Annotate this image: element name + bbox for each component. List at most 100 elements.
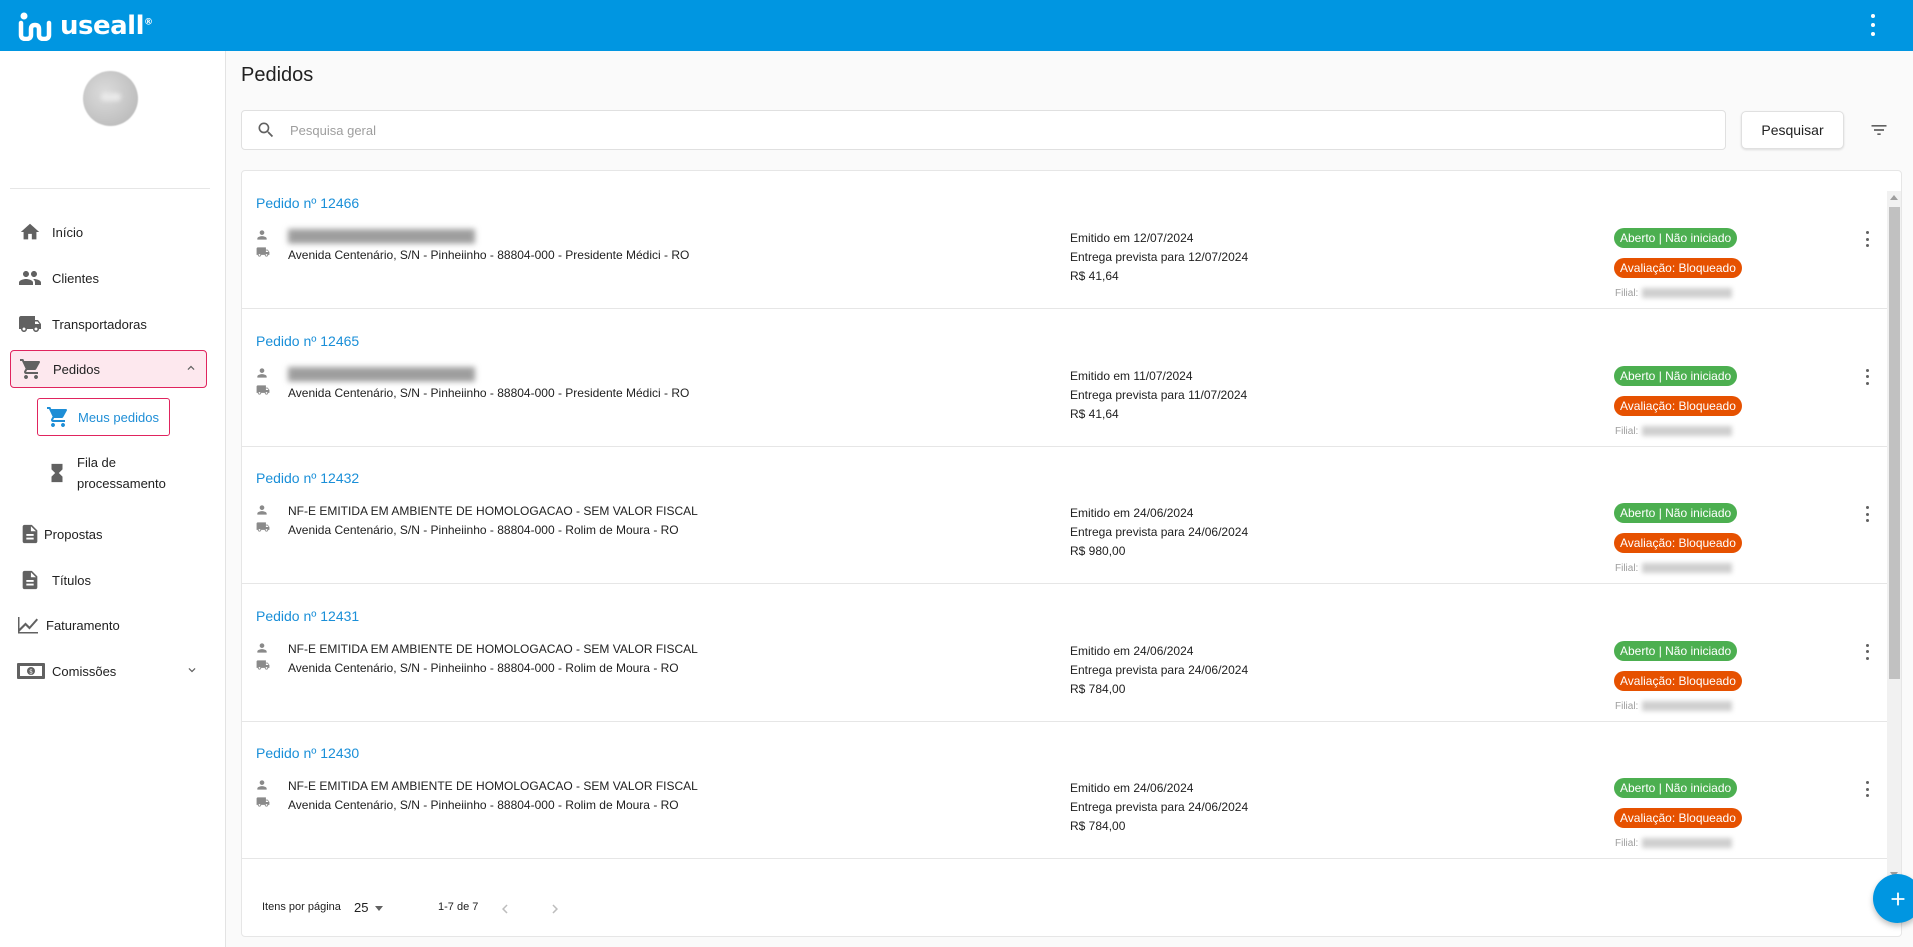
cart-icon — [19, 357, 43, 381]
sidebar-subitem-label: Fila de processamento — [77, 455, 166, 491]
order-link[interactable]: Pedido nº 12465 — [256, 333, 359, 349]
home-icon — [18, 220, 42, 244]
filial-value-redacted — [1642, 288, 1733, 299]
order-dates: Emitido em 12/07/2024 Entrega prevista pa… — [1070, 229, 1248, 286]
evaluation-badge: Avaliação: Bloqueado — [1614, 395, 1742, 416]
sidebar-item-label: Início — [52, 224, 84, 240]
search-box[interactable] — [241, 110, 1726, 150]
order-link[interactable]: Pedido nº 12431 — [256, 608, 359, 624]
search-icon — [258, 122, 274, 138]
order-link[interactable]: Pedido nº 12430 — [256, 745, 359, 761]
search-input[interactable] — [290, 122, 1725, 138]
brand-name: useall® — [60, 10, 153, 41]
issued-date: Emitido em 11/07/2024 — [1070, 368, 1193, 383]
sidebar: Início Clientes Transportadoras Pedidos … — [0, 51, 226, 947]
more-vert-icon[interactable] — [1862, 643, 1872, 660]
avatar[interactable] — [83, 71, 138, 126]
person-icon — [257, 780, 267, 790]
top-app-bar: useall® — [0, 0, 1913, 51]
money-icon: $ — [16, 659, 46, 683]
status-badge: Aberto | Não iniciado — [1614, 778, 1738, 798]
filial-info: Filial: — [1615, 425, 1733, 437]
person-icon — [257, 230, 267, 240]
status-badge: Aberto | Não iniciado — [1614, 640, 1738, 661]
filial-info: Filial: — [1615, 701, 1733, 712]
order-row: Pedido nº 12431 NF-E EMITIDA EM AMBIENTE … — [242, 584, 1887, 722]
file-icon — [18, 568, 42, 592]
more-vert-icon[interactable] — [1869, 14, 1877, 36]
chevron-up-icon — [187, 365, 195, 370]
more-vert-icon[interactable] — [1862, 506, 1872, 522]
row-icons — [255, 503, 273, 537]
order-dates: Emitido em 24/06/2024 Entrega prevista pa… — [1070, 779, 1248, 836]
more-vert-icon[interactable] — [1862, 231, 1872, 247]
filial-info: Filial: — [1615, 288, 1733, 299]
evaluation-badge: Avaliação: Bloqueado — [1614, 258, 1742, 278]
person-icon — [257, 505, 267, 515]
row-icons — [255, 228, 273, 262]
issued-date: Emitido em 24/06/2024 — [1070, 643, 1194, 658]
delivery-date: Entrega prevista para 24/06/2024 — [1070, 800, 1249, 814]
chevron-right-icon[interactable] — [545, 899, 565, 919]
sidebar-subitem-meus-pedidos[interactable]: Meus pedidos — [37, 398, 170, 436]
evaluation-badge: Avaliação: Bloqueado — [1614, 670, 1742, 691]
svg-text:$: $ — [29, 669, 33, 676]
sidebar-item-propostas[interactable]: Propostas — [10, 516, 207, 552]
add-icon — [1891, 892, 1904, 905]
issued-date: Emitido em 12/07/2024 — [1070, 231, 1194, 245]
hourglass-icon — [45, 461, 69, 485]
more-vert-icon[interactable] — [1862, 368, 1872, 385]
order-link[interactable]: Pedido nº 12466 — [256, 195, 359, 211]
brand-logo[interactable]: useall® — [18, 11, 153, 41]
sidebar-item-clientes[interactable]: Clientes — [10, 260, 207, 296]
order-total: R$ 980,00 — [1070, 544, 1126, 558]
sidebar-item-inicio[interactable]: Início — [10, 214, 207, 250]
chevron-down-icon — [188, 668, 196, 673]
evaluation-badge: Avaliação: Bloqueado — [1614, 533, 1742, 553]
cart-icon — [46, 405, 70, 429]
filial-value-redacted — [1642, 425, 1733, 436]
truck-icon — [256, 659, 270, 670]
sidebar-subitem-fila-de-processamento[interactable]: Fila de processamento — [37, 450, 187, 496]
order-total: R$ 784,00 — [1070, 681, 1126, 696]
client-name: NF-E EMITIDA EM AMBIENTE DE HOMOLOGACAO … — [288, 504, 698, 518]
scroll-thumb[interactable] — [1889, 207, 1900, 679]
delivery-address: Avenida Centenário, S/N - Pinheiinho - 8… — [288, 385, 690, 400]
status-badge: Aberto | Não iniciado — [1614, 365, 1738, 386]
add-order-button[interactable] — [1873, 874, 1913, 923]
page-size-select[interactable]: 25 — [354, 900, 368, 915]
order-row: Pedido nº 12466 ██████████████████████ Ave… — [242, 171, 1887, 309]
filter-list-icon[interactable] — [1867, 118, 1891, 142]
search-button[interactable]: Pesquisar — [1741, 111, 1844, 149]
client-name: NF-E EMITIDA EM AMBIENTE DE HOMOLOGACAO … — [288, 641, 698, 656]
delivery-address: Avenida Centenário, S/N - Pinheiinho - 8… — [288, 660, 679, 675]
orders-card: Pedido nº 12466 ██████████████████████ Ave… — [241, 170, 1902, 937]
sidebar-item-titulos[interactable]: Títulos — [10, 562, 207, 598]
row-icons — [255, 778, 273, 812]
client-name-redacted: ██████████████████████ — [288, 366, 476, 381]
scrollbar[interactable] — [1887, 191, 1901, 881]
sidebar-subitem-label: Meus pedidos — [78, 409, 159, 425]
truck-icon — [256, 247, 270, 257]
page-range-label: 1-7 de 7 — [438, 901, 479, 913]
sidebar-item-transportadoras[interactable]: Transportadoras — [10, 306, 207, 342]
trending-up-icon — [16, 613, 40, 637]
sidebar-item-label: Títulos — [52, 572, 92, 588]
order-total: R$ 41,64 — [1070, 406, 1119, 421]
sidebar-item-label: Clientes — [52, 270, 99, 286]
order-row: Pedido nº 12432 NF-E EMITIDA EM AMBIENTE … — [242, 446, 1887, 584]
more-vert-icon[interactable] — [1862, 781, 1872, 797]
status-badge: Aberto | Não iniciado — [1614, 228, 1738, 248]
sidebar-item-comissoes[interactable]: $ Comissões — [10, 653, 207, 689]
scroll-up-arrow[interactable] — [1890, 195, 1898, 200]
order-link[interactable]: Pedido nº 12432 — [256, 470, 359, 486]
chevron-left-icon[interactable] — [495, 899, 515, 919]
document-icon — [18, 522, 42, 546]
page-title: Pedidos — [241, 64, 314, 86]
issued-date: Emitido em 24/06/2024 — [1070, 781, 1194, 795]
sidebar-item-faturamento[interactable]: Faturamento — [10, 607, 207, 643]
dropdown-arrow-icon[interactable] — [375, 906, 383, 911]
truck-icon — [256, 384, 270, 395]
sidebar-item-pedidos[interactable]: Pedidos — [10, 350, 207, 388]
status-badge: Aberto | Não iniciado — [1614, 503, 1738, 523]
